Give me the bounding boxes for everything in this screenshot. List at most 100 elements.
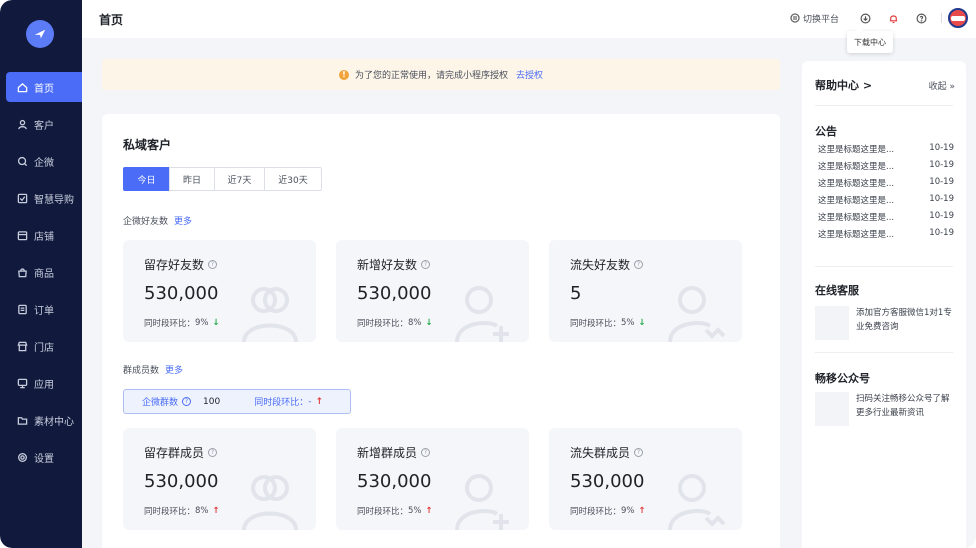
sidebar: 首页 客户 企微 智慧导购 店铺 商品 订单 门店 应用 素材中心 设置 xyxy=(0,0,82,548)
support-title: 在线客服 xyxy=(815,284,859,297)
announcement-item-date: 10-19 xyxy=(929,228,954,238)
announcement-item[interactable]: 这里是标题这里是... 10-19 xyxy=(818,143,954,160)
official-account-row[interactable]: 扫码关注畅移公众号了解更多行业最新资讯 xyxy=(815,392,955,426)
stat-card-lost-friends[interactable]: 流失好友数? 5 同时段环比： 5% ↓ xyxy=(549,240,742,342)
sidebar-item-products[interactable]: 商品 xyxy=(6,257,82,287)
user-add-icon xyxy=(449,280,519,342)
comp-value: 5% xyxy=(408,506,422,516)
announcement-title: 公告 xyxy=(815,125,837,138)
info-icon[interactable]: ? xyxy=(208,448,218,457)
user-remove-icon xyxy=(662,468,732,530)
stat-card-lost-members[interactable]: 流失群成员? 530,000 同时段环比： 9% ↑ xyxy=(549,428,742,530)
stat-card-retained-friends[interactable]: 留存好友数? 530,000 同时段环比： 9% ↓ xyxy=(123,240,316,342)
announcement-item[interactable]: 这里是标题这里是... 10-19 xyxy=(818,194,954,211)
sidebar-item-label: 企微 xyxy=(34,157,54,169)
tab-last-30-days[interactable]: 近30天 xyxy=(264,167,322,191)
announcement-item[interactable]: 这里是标题这里是... 10-19 xyxy=(818,177,954,194)
sidebar-item-label: 店铺 xyxy=(34,231,54,243)
stat-title: 新增好友数? xyxy=(357,256,431,273)
sidebar-item-wecom[interactable]: 企微 xyxy=(6,146,82,176)
info-icon[interactable]: ? xyxy=(208,260,218,269)
stat-card-new-members[interactable]: 新增群成员? 530,000 同时段环比： 5% ↑ xyxy=(336,428,529,530)
stat-comparison: 同时段环比： 9% ↑ xyxy=(570,505,646,517)
stat-value: 530,000 xyxy=(144,283,219,304)
sidebar-item-smart-guide[interactable]: 智慧导购 xyxy=(6,183,82,213)
avatar-badge xyxy=(951,15,965,21)
stat-comparison: 同时段环比： 5% ↓ xyxy=(570,317,646,329)
tab-last-7-days[interactable]: 近7天 xyxy=(214,167,265,191)
official-qr-image xyxy=(815,392,849,426)
sidebar-item-home[interactable]: 首页 xyxy=(6,72,82,102)
group-more-link[interactable]: 更多 xyxy=(165,366,183,376)
tab-yesterday[interactable]: 昨日 xyxy=(169,167,215,191)
switch-platform-button[interactable]: 切换平台 xyxy=(790,12,839,25)
stat-value: 530,000 xyxy=(144,471,219,492)
stat-card-new-friends[interactable]: 新增好友数? 530,000 同时段环比： 8% ↓ xyxy=(336,240,529,342)
arrow-down-icon: ↓ xyxy=(425,318,433,328)
page-title: 首页 xyxy=(99,13,124,27)
group-strip-comp-label: 同时段环比： xyxy=(254,398,309,408)
logo[interactable] xyxy=(26,20,54,48)
sidebar-item-orders[interactable]: 订单 xyxy=(6,294,82,324)
date-range-tabs: 今日 昨日 近7天 近30天 xyxy=(123,167,322,191)
stat-title: 留存好友数? xyxy=(144,256,218,273)
official-account-title: 畅移公众号 xyxy=(815,372,870,385)
help-center-title[interactable]: 帮助中心 > xyxy=(815,77,872,93)
sidebar-item-customers[interactable]: 客户 xyxy=(6,109,82,139)
comp-value: 9% xyxy=(621,506,635,516)
support-text: 添加官方客服微信1对1专业免费咨询 xyxy=(856,308,952,332)
arrow-up-icon: ↑ xyxy=(638,506,646,516)
stat-comparison: 同时段环比： 8% ↓ xyxy=(357,317,433,329)
private-customers-card: 私域客户 今日 昨日 近7天 近30天 企微好友数 更多 留存好友数? 530,0… xyxy=(102,114,780,548)
download-icon[interactable] xyxy=(859,12,871,24)
sidebar-item-shops[interactable]: 门店 xyxy=(6,331,82,361)
gear-icon xyxy=(16,451,28,463)
info-icon[interactable]: ? xyxy=(182,397,192,406)
comp-value: 9% xyxy=(195,318,209,328)
announcement-item[interactable]: 这里是标题这里是... 10-19 xyxy=(818,211,954,228)
arrow-down-icon: ↓ xyxy=(212,318,220,328)
announcement-item-title: 这里是标题这里是... xyxy=(818,230,895,240)
announcement-item[interactable]: 这里是标题这里是... 10-19 xyxy=(818,160,954,177)
info-icon[interactable]: ? xyxy=(634,448,644,457)
support-row[interactable]: 添加官方客服微信1对1专业免费咨询 xyxy=(815,306,955,340)
shop-icon xyxy=(16,340,28,352)
announcement-item[interactable]: 这里是标题这里是... 10-19 xyxy=(818,228,954,245)
info-icon[interactable]: ? xyxy=(421,260,431,269)
section-title: 私域客户 xyxy=(123,138,172,152)
announcement-item-title: 这里是标题这里是... xyxy=(818,196,895,206)
stat-card-retained-members[interactable]: 留存群成员? 530,000 同时段环比： 8% ↑ xyxy=(123,428,316,530)
stat-title-text: 留存好友数 xyxy=(144,258,205,272)
bell-icon[interactable] xyxy=(887,12,899,24)
sidebar-item-settings[interactable]: 设置 xyxy=(6,442,82,472)
info-icon[interactable]: ? xyxy=(634,260,644,269)
sidebar-item-label: 门店 xyxy=(34,342,54,354)
authorize-link[interactable]: 去授权 xyxy=(516,68,543,81)
user-add-icon xyxy=(449,468,519,530)
comp-label: 同时段环比： xyxy=(570,507,622,517)
comp-label: 同时段环比： xyxy=(570,319,622,329)
switch-platform-label: 切换平台 xyxy=(802,14,839,25)
friends-more-link[interactable]: 更多 xyxy=(174,217,192,227)
info-icon[interactable]: ? xyxy=(421,448,431,457)
stat-comparison: 同时段环比： 5% ↑ xyxy=(357,505,433,517)
arrow-up-icon: ↑ xyxy=(425,506,433,516)
stat-title-text: 留存群成员 xyxy=(144,446,205,460)
sidebar-item-store[interactable]: 店铺 xyxy=(6,220,82,250)
collapse-button[interactable]: 收起 » xyxy=(929,79,955,92)
tab-today[interactable]: 今日 xyxy=(123,167,170,191)
help-icon[interactable] xyxy=(915,12,927,24)
announcement-item-title: 这里是标题这里是... xyxy=(818,213,895,223)
switch-icon xyxy=(790,13,800,23)
comp-value: 5% xyxy=(621,318,635,328)
sidebar-item-apps[interactable]: 应用 xyxy=(6,368,82,398)
comp-label: 同时段环比： xyxy=(144,507,196,517)
sidebar-item-label: 素材中心 xyxy=(34,416,74,428)
comp-label: 同时段环比： xyxy=(144,319,196,329)
announcement-item-title: 这里是标题这里是... xyxy=(818,145,895,155)
sidebar-item-label: 首页 xyxy=(34,83,54,95)
order-icon xyxy=(16,303,28,315)
sidebar-item-materials[interactable]: 素材中心 xyxy=(6,405,82,435)
avatar[interactable] xyxy=(948,8,968,28)
announcement-item-title: 这里是标题这里是... xyxy=(818,179,895,189)
